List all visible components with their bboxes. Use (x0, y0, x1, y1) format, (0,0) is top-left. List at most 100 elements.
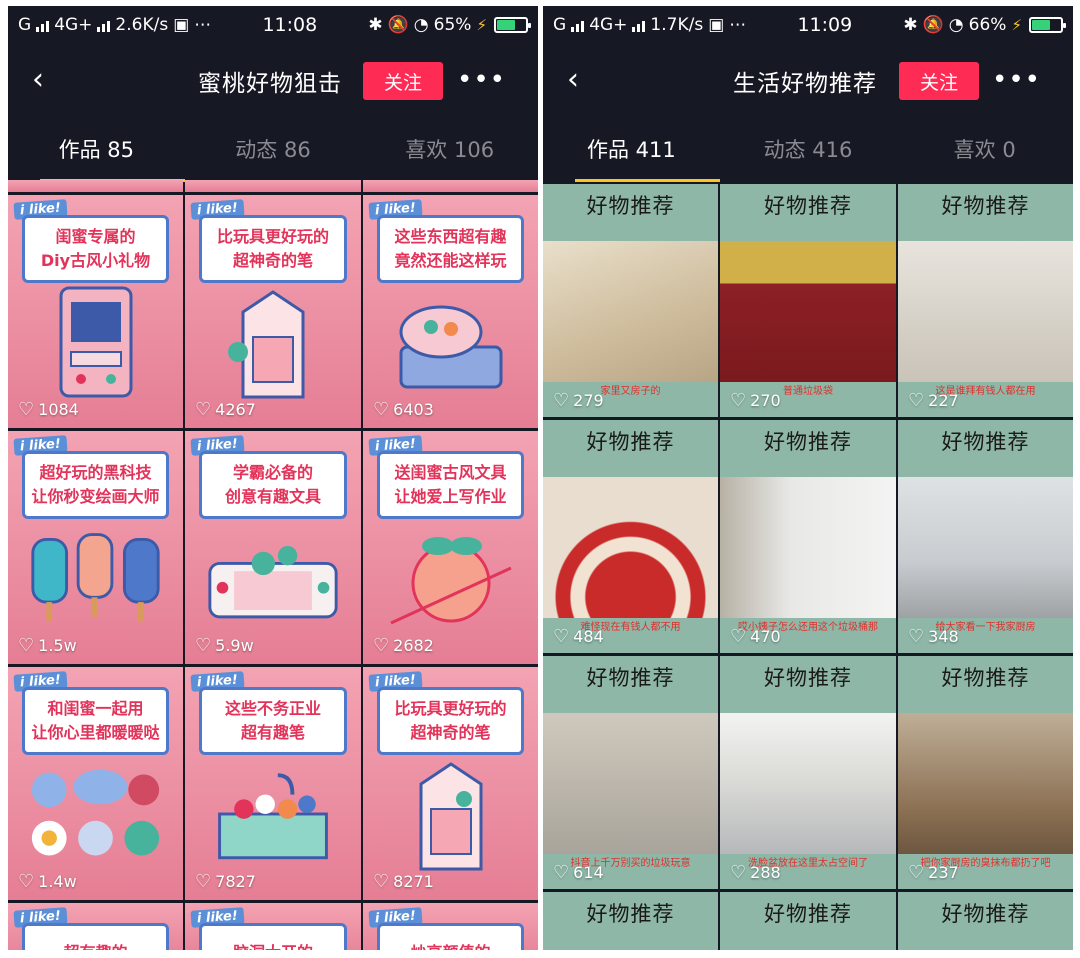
banner-line: 比玩具更好玩的 (216, 227, 329, 246)
like-count: ♡ 237 (908, 862, 959, 883)
tab-likes[interactable]: 喜欢 106 (361, 120, 538, 180)
thumbnail-banner: 超有趣的 (22, 923, 169, 950)
profile-tabs: 作品 411 动态 416 喜欢 0 (543, 120, 1073, 182)
video-thumbnail[interactable]: i like! 炒高颜值的 (363, 903, 538, 950)
video-thumbnail[interactable]: 好物推荐 洗脸盆放在这里太占空间了 ♡ 288 (720, 656, 896, 889)
signal-g-icon: G (553, 15, 567, 35)
like-count: ♡ 1.5w (18, 635, 77, 656)
like-count: ♡ 279 (553, 390, 604, 411)
video-thumbnail[interactable]: i like! 脑洞大开的 (185, 903, 361, 950)
more-options-icon[interactable]: ••• (457, 65, 506, 95)
like-count: ♡ 470 (730, 626, 781, 647)
banner-line: 炒高颜值的 (410, 941, 490, 950)
banner-line: 脑洞大开的 (233, 941, 313, 950)
status-bar: G 4G+ 2.6K/s ▣ ⋯ 11:08 ✱ 🔕 ◔ 65% ⚡ (8, 6, 538, 44)
video-thumbnail[interactable]: 好物推荐 把你家厨房的臭抹布都扔了吧 ♡ 237 (898, 656, 1073, 889)
battery-icon (1028, 17, 1066, 33)
video-thumbnail[interactable]: 好物推荐 (898, 892, 1073, 950)
mute-icon: 🔕 (922, 15, 944, 35)
video-thumbnail[interactable]: 好物推荐 抖音上千万别买的垃圾玩意 ♡ 614 (543, 656, 718, 889)
arcade-machine-illustration (28, 286, 163, 397)
left-phone-screen: G 4G+ 2.6K/s ▣ ⋯ 11:08 ✱ 🔕 ◔ 65% ⚡ ‹ 蜜桃好… (8, 6, 538, 950)
follow-button[interactable]: 关注 (363, 62, 443, 100)
banner-line: 这些不务正业 (224, 699, 321, 718)
video-thumbnail[interactable]: i like! 和闺蜜一起用 让你心里都暖暖哒 ♡ 1.4w (8, 667, 183, 900)
tab-dynamics[interactable]: 动态 416 (720, 120, 897, 180)
video-thumbnail[interactable]: 好物推荐 家里又房子的 ♡ 279 (543, 184, 718, 417)
more-options-icon[interactable]: ••• (992, 65, 1041, 95)
back-arrow-icon[interactable]: ‹ (567, 60, 579, 100)
back-arrow-icon[interactable]: ‹ (32, 60, 44, 100)
video-thumbnail[interactable]: 好物推荐 普通垃圾袋 ♡ 270 (720, 184, 896, 417)
tab-works[interactable]: 作品 411 (543, 120, 720, 182)
video-frame (898, 241, 1073, 382)
video-thumbnail[interactable] (363, 180, 538, 192)
like-count: ♡ 1.4w (18, 871, 77, 892)
like-count: ♡ 8271 (373, 871, 434, 892)
video-thumbnail[interactable]: i like! 这些东西超有趣 竟然还能这样玩 ♡ 6403 (363, 195, 538, 428)
like-count: ♡ 4267 (195, 399, 256, 420)
video-thumbnail[interactable]: i like! 这些不务正业 超有趣笔 ♡ 7827 (185, 667, 361, 900)
video-frame (720, 713, 896, 854)
thumbnail-banner: 比玩具更好玩的 超神奇的笔 (377, 687, 524, 755)
like-count: ♡ 2682 (373, 635, 434, 656)
follow-button[interactable]: 关注 (899, 62, 979, 100)
banner-line: 让你秒变绘画大师 (31, 487, 160, 506)
video-thumbnail[interactable]: i like! 闺蜜专属的 Diy古风小礼物 ♡ 1084 (8, 195, 183, 428)
banner-line: 超有趣的 (63, 941, 127, 950)
network-type: 4G+ (54, 15, 93, 35)
like-count: ♡ 7827 (195, 871, 256, 892)
video-thumbnail[interactable]: i like! 超有趣的 (8, 903, 183, 950)
banner-line: 送闺蜜古风文具 (394, 463, 507, 482)
like-count: ♡ 348 (908, 626, 959, 647)
wifi-icon: ◔ (413, 15, 429, 35)
banner-line: 这些东西超有趣 (394, 227, 507, 246)
battery-icon (493, 17, 531, 33)
video-thumbnail[interactable]: 好物推荐 哎小姨子怎么还用这个垃圾桶那 ♡ 470 (720, 420, 896, 653)
signal-bars-icon (36, 18, 50, 32)
thumbnail-title: 好物推荐 (941, 194, 1030, 218)
video-thumbnail[interactable]: 好物推荐 (720, 892, 896, 950)
video-thumbnail[interactable]: i like! 送闺蜜古风文具 让她爱上写作业 ♡ 2682 (363, 431, 538, 664)
video-thumbnail[interactable] (8, 180, 183, 192)
video-thumbnail[interactable]: 好物推荐 给大家看一下我家厨房 ♡ 348 (898, 420, 1073, 653)
profile-header: ‹ 生活好物推荐 关注 ••• (543, 44, 1073, 120)
heart-icon: ♡ (373, 871, 390, 892)
thumbnail-title: 好物推荐 (941, 902, 1030, 926)
tab-dynamics[interactable]: 动态 86 (185, 120, 362, 180)
thumbnail-banner: 炒高颜值的 (377, 923, 524, 950)
video-thumbnail[interactable]: 好物推荐 (543, 892, 718, 950)
heart-icon: ♡ (553, 390, 570, 411)
profile-title: 蜜桃好物狙击 (198, 71, 342, 97)
video-frame (543, 477, 718, 618)
heart-icon: ♡ (908, 390, 925, 411)
video-thumbnail[interactable]: i like! 比玩具更好玩的 超神奇的笔 ♡ 4267 (185, 195, 361, 428)
thumbnail-title: 好物推荐 (764, 902, 852, 926)
video-thumbnail[interactable]: 好物推荐 难怪现在有钱人都不用 ♡ 484 (543, 420, 718, 653)
video-thumbnail[interactable]: 好物推荐 这是谁拜有钱人都在用 ♡ 227 (898, 184, 1073, 417)
more-dots-icon: ⋯ (194, 15, 212, 35)
hotpot-illustration (383, 295, 518, 388)
signal-bars-icon (632, 18, 646, 32)
thumbnail-banner: 闺蜜专属的 Diy古风小礼物 (22, 215, 169, 283)
banner-line: 学霸必备的 (232, 463, 313, 482)
game-console-illustration (205, 531, 341, 624)
heart-icon: ♡ (195, 399, 212, 420)
tab-works[interactable]: 作品 85 (8, 120, 185, 182)
thumbnail-title: 好物推荐 (586, 430, 675, 454)
network-speed: 2.6K/s (115, 15, 169, 35)
network-speed: 1.7K/s (650, 15, 704, 35)
video-thumbnail[interactable] (185, 180, 361, 192)
video-thumbnail[interactable]: i like! 比玩具更好玩的 超神奇的笔 ♡ 8271 (363, 667, 538, 900)
video-thumbnail[interactable]: i like! 学霸必备的 创意有趣文具 ♡ 5.9w (185, 431, 361, 664)
thumbnail-banner: 脑洞大开的 (199, 923, 347, 950)
tab-likes[interactable]: 喜欢 0 (896, 120, 1073, 180)
heart-icon: ♡ (908, 626, 925, 647)
video-thumbnail[interactable]: i like! 超好玩的黑科技 让你秒变绘画大师 ♡ 1.5w (8, 431, 183, 664)
banner-line: 超有趣笔 (240, 723, 305, 742)
thumbnail-banner: 学霸必备的 创意有趣文具 (199, 451, 347, 519)
right-phone-screen: G 4G+ 1.7K/s ▣ ⋯ 11:09 ✱ 🔕 ◔ 66% ⚡ ‹ 生活好… (543, 6, 1073, 950)
like-count: ♡ 270 (730, 390, 781, 411)
video-frame (720, 241, 896, 382)
banner-line: 竟然还能这样玩 (394, 251, 507, 270)
